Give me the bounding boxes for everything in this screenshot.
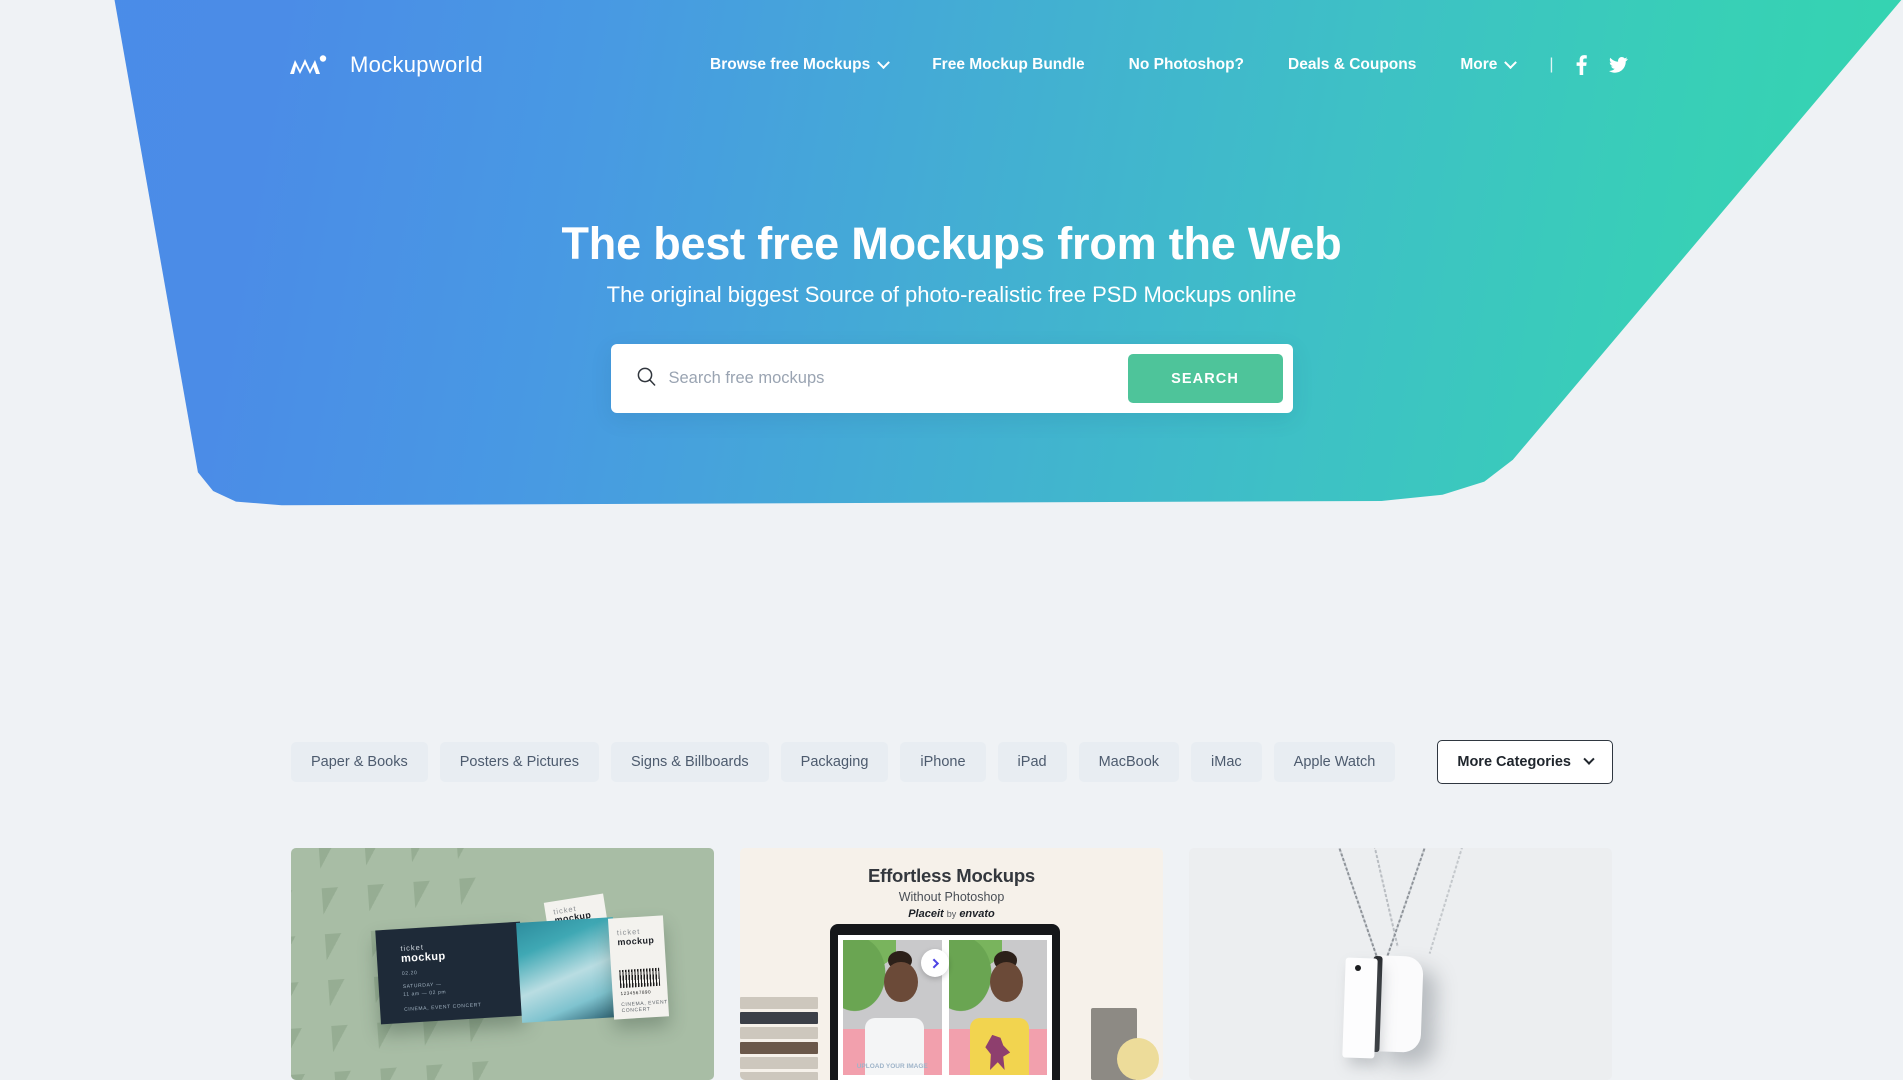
search-button[interactable]: SEARCH (1127, 354, 1283, 403)
brand-name: Mockupworld (350, 52, 483, 77)
ticket-day: SATURDAY — (402, 981, 442, 990)
barcode-graphic (619, 967, 661, 989)
category-pill-macbook[interactable]: MacBook (1078, 742, 1180, 782)
chain-strand (1428, 848, 1464, 954)
search-icon (637, 367, 656, 391)
more-categories-dropdown[interactable]: More Categories (1437, 740, 1613, 784)
category-pill-ipad[interactable]: iPad (997, 742, 1067, 782)
ticket-tags: CINEMA, EVENT CONCERT (621, 999, 668, 1015)
pendant-hole (1355, 965, 1361, 971)
category-pill-iphone[interactable]: iPhone (900, 742, 986, 782)
books-decoration (740, 994, 818, 1080)
search-field (621, 359, 1128, 398)
search-bar: SEARCH (610, 344, 1293, 413)
ticket-label-big: mockup (617, 934, 655, 948)
chevron-down-icon (1504, 55, 1518, 69)
site-header: Mockupworld Browse free Mockups Free Moc… (0, 42, 1903, 88)
nav-label: Browse free Mockups (710, 56, 871, 73)
chevron-right-icon (928, 958, 939, 968)
ticket-mockup-card[interactable]: ticket mockup ticket mockup 02.20 SATURD… (291, 848, 714, 1080)
ad-brand-partner: envato (959, 908, 995, 920)
ticket-stub-white: ticket mockup 1234567890 CINEMA, EVENT C… (607, 915, 670, 1020)
nav-item-free-mockup-bundle[interactable]: Free Mockup Bundle (910, 56, 1106, 74)
category-pill-paper-books[interactable]: Paper & Books (291, 742, 428, 782)
laptop-mockup-graphic: UPLOAD YOUR IMAGE (830, 924, 1060, 1080)
category-pill-packaging[interactable]: Packaging (780, 742, 889, 782)
page-root: Mockupworld Browse free Mockups Free Moc… (0, 0, 1903, 1080)
category-pill-apple-watch[interactable]: Apple Watch (1273, 742, 1396, 782)
category-pill-imac[interactable]: iMac (1191, 742, 1262, 782)
main-nav: Browse free Mockups Free Mockup Bundle N… (710, 55, 1628, 75)
ad-title: Effortless Mockups (867, 865, 1036, 886)
nav-item-browse-free-mockups[interactable]: Browse free Mockups (710, 55, 910, 74)
nav-separator: | (1549, 56, 1554, 73)
category-pill-list: Paper & Books Posters & Pictures Signs &… (291, 742, 1437, 782)
nav-label: Deals & Coupons (1288, 56, 1417, 73)
page-title: The best free Mockups from the Web (561, 218, 1342, 269)
chevron-down-icon (1583, 753, 1595, 765)
ticket-label-big: mockup (400, 950, 446, 965)
twitter-icon[interactable] (1608, 57, 1628, 73)
nav-label: Free Mockup Bundle (932, 56, 1085, 73)
necklace-mockup-card[interactable] (1189, 848, 1612, 1080)
category-pill-signs-billboards[interactable]: Signs & Billboards (611, 742, 769, 782)
shelf-objects-decoration (1081, 985, 1159, 1080)
ticket-photo-panel (516, 917, 619, 1023)
nav-item-more[interactable]: More (1438, 55, 1537, 74)
placeit-ad-card[interactable]: Effortless Mockups Without Photoshop Pla… (740, 848, 1163, 1080)
ticket-hours: 11 am — 02 pm (403, 989, 447, 998)
hero-content: Mockupworld Browse free Mockups Free Moc… (0, 0, 1903, 620)
nav-label: More (1460, 56, 1498, 73)
ticket-time: 02.20 (401, 970, 418, 977)
carousel-next-button[interactable] (921, 949, 949, 977)
ticket-front-dark: ticket mockup 02.20 SATURDAY — 11 am — 0… (375, 921, 526, 1025)
ad-subtitle: Without Photoshop (898, 890, 1005, 904)
chain-strand (1337, 848, 1380, 964)
category-filter-bar: Paper & Books Posters & Pictures Signs &… (291, 740, 1613, 784)
ad-brand-by: by (946, 909, 957, 919)
category-pill-posters-pictures[interactable]: Posters & Pictures (439, 742, 599, 782)
page-subtitle: The original biggest Source of photo-rea… (606, 282, 1297, 307)
social-links (1572, 55, 1628, 75)
chevron-down-icon (877, 55, 891, 69)
facebook-icon[interactable] (1576, 55, 1587, 75)
search-input[interactable] (668, 359, 1128, 398)
mockup-card-grid: ticket mockup ticket mockup 02.20 SATURD… (291, 848, 1613, 1080)
pendant-flat-tag (1342, 957, 1378, 1059)
more-categories-label: More Categories (1457, 754, 1571, 770)
after-image (948, 940, 1047, 1075)
brand-logo[interactable]: Mockupworld (290, 52, 483, 78)
chain-strand (1384, 848, 1427, 962)
mockupworld-logo-icon (290, 53, 336, 77)
nav-item-no-photoshop[interactable]: No Photoshop? (1107, 56, 1266, 74)
ad-brand-name: Placeit (908, 908, 944, 920)
nav-label: No Photoshop? (1128, 56, 1245, 73)
nav-item-deals-coupons[interactable]: Deals & Coupons (1266, 56, 1438, 74)
upload-your-image-text: UPLOAD YOUR IMAGE (856, 1063, 928, 1070)
ticket-tags: CINEMA, EVENT CONCERT (403, 1002, 482, 1013)
barcode-number: 1234567890 (620, 989, 652, 997)
ad-brand-line: Placeit by envato (740, 908, 1163, 920)
